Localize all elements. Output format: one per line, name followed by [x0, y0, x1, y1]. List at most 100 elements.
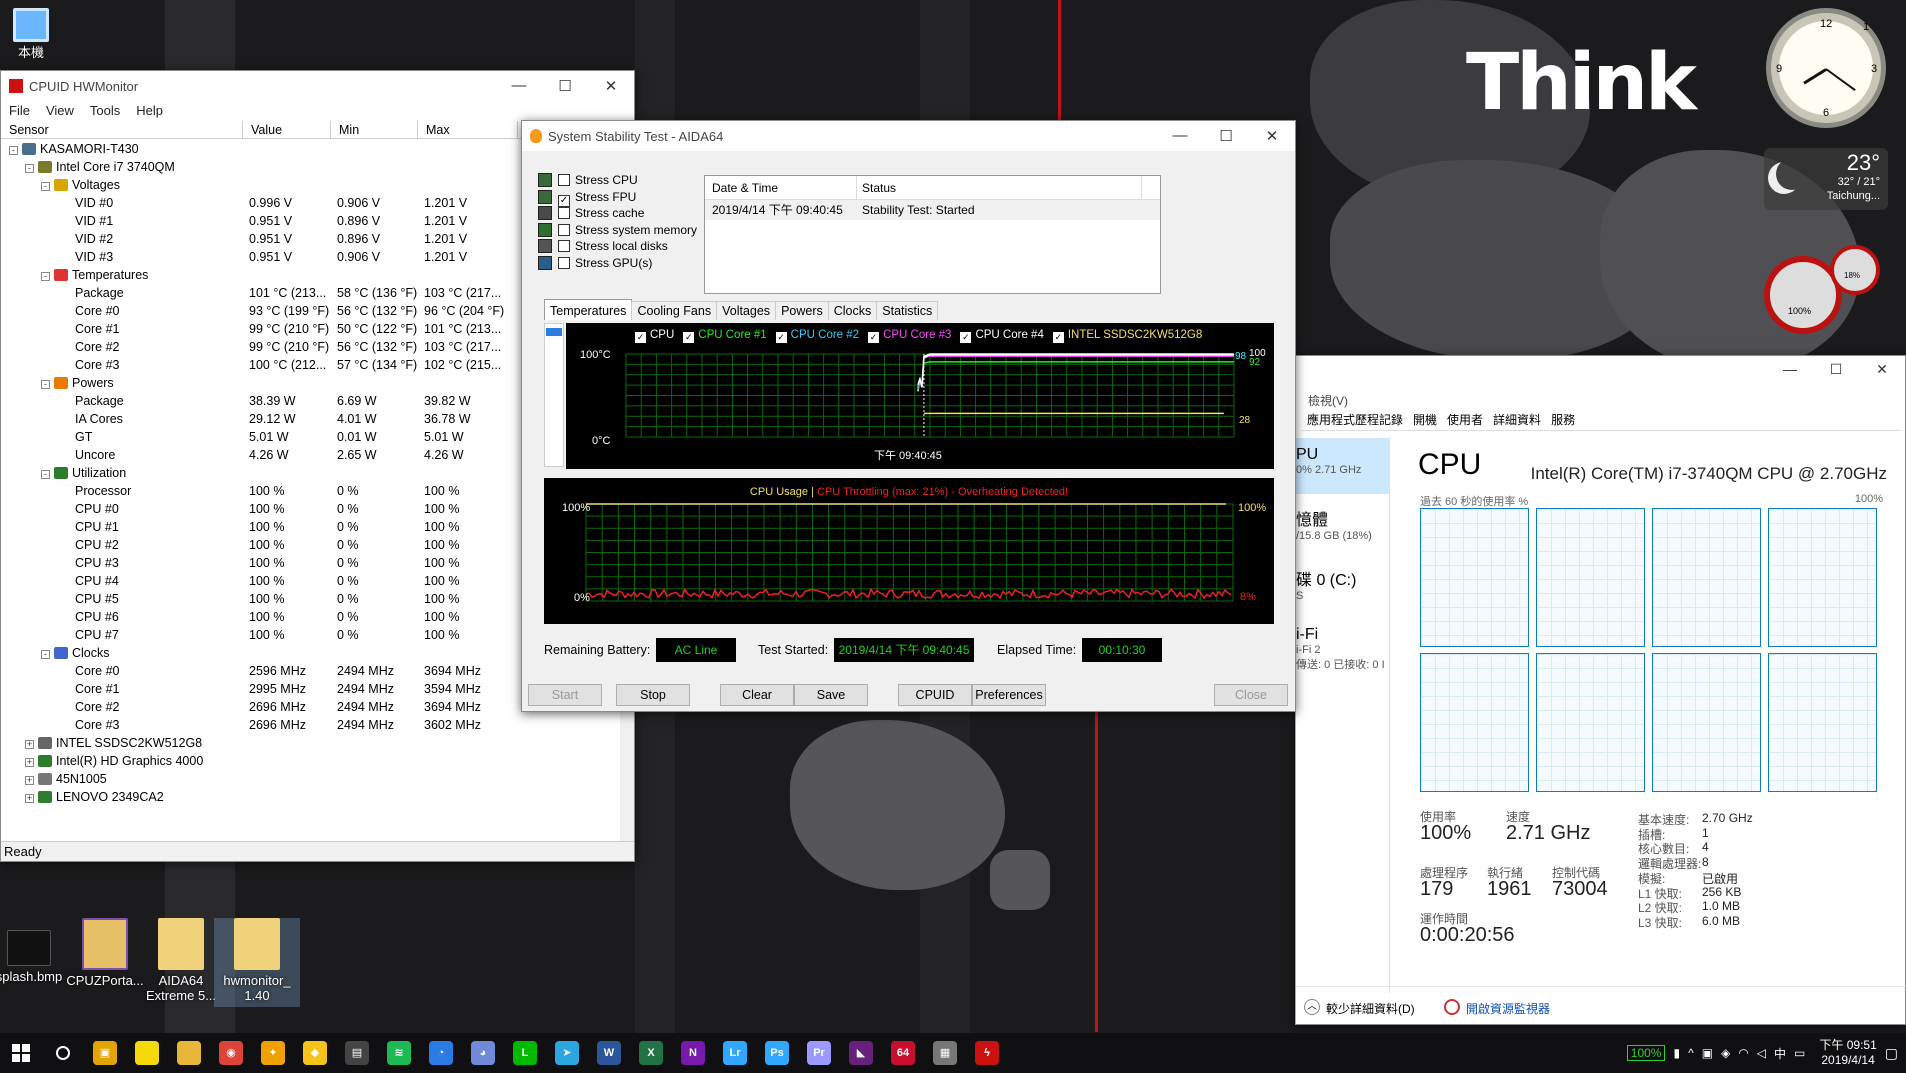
sidebar-item-cpu[interactable]: PU 0% 2.71 GHz	[1296, 438, 1390, 494]
close-dialog-button[interactable]: Close	[1214, 684, 1288, 706]
taskbar-app[interactable]: ◕	[462, 1033, 504, 1073]
aida64-titlebar[interactable]: System Stability Test - AIDA64 — ☐ ✕	[522, 121, 1295, 151]
close-button[interactable]: ✕	[588, 77, 634, 95]
stress-checkbox[interactable]	[558, 207, 570, 219]
log-col-status[interactable]: Status	[857, 176, 1142, 199]
ime-indicator[interactable]: 中	[1774, 1045, 1786, 1062]
collapse-icon[interactable]: -	[41, 470, 50, 479]
stress-option[interactable]: Stress GPU(s)	[538, 255, 652, 270]
expand-icon[interactable]: +	[25, 758, 34, 767]
preferences-button[interactable]: Preferences	[972, 684, 1046, 706]
tray-app-icon[interactable]: ▣	[1702, 1046, 1713, 1060]
notification-icon[interactable]: ▢	[1885, 1045, 1898, 1062]
menu-view[interactable]: View	[38, 101, 82, 121]
taskbar-app[interactable]: N	[672, 1033, 714, 1073]
taskbar-app[interactable]: ◆	[294, 1033, 336, 1073]
desktop-icon-cpuz[interactable]: CPUZPorta...	[62, 918, 148, 988]
start-button[interactable]	[0, 1033, 42, 1073]
tab-details[interactable]: 詳細資料	[1488, 411, 1546, 430]
expand-icon[interactable]: +	[25, 794, 34, 803]
taskbar-app[interactable]: ≋	[378, 1033, 420, 1073]
battery-indicator[interactable]: 100%	[1626, 1045, 1666, 1061]
menu-tools[interactable]: Tools	[82, 101, 128, 121]
close-button[interactable]: ✕	[1859, 356, 1905, 382]
collapse-icon[interactable]: -	[9, 146, 18, 155]
maximize-button[interactable]: ☐	[542, 77, 588, 95]
stress-checkbox[interactable]	[558, 223, 570, 236]
log-col-date[interactable]: Date & Time	[705, 176, 857, 199]
tab-powers[interactable]: Powers	[775, 301, 829, 320]
stop-button[interactable]: Stop	[616, 684, 690, 706]
desktop-icon-this-pc[interactable]: 本機	[0, 8, 74, 60]
tab-users[interactable]: 使用者	[1442, 411, 1488, 430]
stress-checkbox[interactable]: ✓	[558, 194, 570, 207]
start-button[interactable]: Start	[528, 684, 602, 706]
sensor-group-row[interactable]: + LENOVO 2349CA2	[1, 788, 621, 806]
maximize-button[interactable]: ☐	[1813, 356, 1859, 382]
collapse-icon[interactable]: -	[41, 650, 50, 659]
taskbar-app[interactable]	[126, 1033, 168, 1073]
sensor-row[interactable]: Core #3 2696 MHz 2494 MHz 3602 MHz	[1, 716, 621, 734]
taskbar-app[interactable]: ϟ	[966, 1033, 1008, 1073]
taskbar-app[interactable]: X	[630, 1033, 672, 1073]
temp-scrollbar[interactable]	[544, 323, 564, 467]
tab-temperatures[interactable]: Temperatures	[544, 299, 633, 320]
stress-checkbox[interactable]	[558, 174, 570, 186]
taskbar-app[interactable]: ▤	[336, 1033, 378, 1073]
tab-cooling-fans[interactable]: Cooling Fans	[631, 301, 718, 320]
chevron-up-icon[interactable]: ^	[1688, 1046, 1694, 1060]
taskbar-app[interactable]: L	[504, 1033, 546, 1073]
taskbar-app[interactable]: ✦	[252, 1033, 294, 1073]
minimize-button[interactable]: —	[1767, 356, 1813, 382]
taskbar-app[interactable]: ➤	[546, 1033, 588, 1073]
clock[interactable]: 下午 09:51 2019/4/14	[1819, 1038, 1876, 1068]
shield-icon[interactable]: ◈	[1721, 1046, 1730, 1060]
column-min[interactable]: Min	[331, 121, 418, 138]
tab-clocks[interactable]: Clocks	[827, 301, 878, 320]
tab-services[interactable]: 服務	[1546, 411, 1580, 430]
taskbar-app[interactable]: ▣	[84, 1033, 126, 1073]
sensor-group-row[interactable]: + INTEL SSDSC2KW512G8	[1, 734, 621, 752]
minimize-button[interactable]: —	[496, 77, 542, 95]
fewer-details-link[interactable]: 較少詳細資料(D)	[1326, 1000, 1415, 1017]
taskbar-app[interactable]: 64	[882, 1033, 924, 1073]
sidebar-item-wifi[interactable]: i-Fi i-Fi 2 傳送: 0 已接收: 0 I	[1296, 618, 1390, 684]
column-sensor[interactable]: Sensor	[1, 121, 243, 138]
collapse-icon[interactable]: -	[41, 182, 50, 191]
microphone-icon[interactable]: ▮	[1673, 1046, 1680, 1060]
taskbar-app[interactable]: Lr	[714, 1033, 756, 1073]
stress-option[interactable]: ✓ Stress FPU	[538, 189, 636, 207]
expand-icon[interactable]: +	[25, 740, 34, 749]
column-max[interactable]: Max	[418, 121, 518, 138]
aida64-stability-window[interactable]: System Stability Test - AIDA64 — ☐ ✕ Str…	[521, 120, 1296, 712]
column-value[interactable]: Value	[243, 121, 331, 138]
expand-icon[interactable]: +	[25, 776, 34, 785]
minimize-button[interactable]: —	[1157, 127, 1203, 145]
tab-statistics[interactable]: Statistics	[876, 301, 939, 320]
close-button[interactable]: ✕	[1249, 127, 1295, 145]
desktop-icon-hwmonitor[interactable]: hwmonitor_ 1.40	[214, 918, 300, 1007]
sensor-group-row[interactable]: +45N1005	[1, 770, 621, 788]
hwmonitor-titlebar[interactable]: CPUID HWMonitor — ☐ ✕	[1, 71, 634, 101]
taskbar-app[interactable]: Pr	[798, 1033, 840, 1073]
menu-view[interactable]: 檢視(V)	[1308, 392, 1348, 409]
cpuid-button[interactable]: CPUID	[898, 684, 972, 706]
clear-button[interactable]: Clear	[720, 684, 794, 706]
maximize-button[interactable]: ☐	[1203, 127, 1249, 145]
collapse-icon[interactable]: -	[41, 272, 50, 281]
taskbar-app[interactable]	[168, 1033, 210, 1073]
collapse-icon[interactable]: -	[41, 380, 50, 389]
stress-option[interactable]: Stress local disks	[538, 239, 668, 253]
task-manager-window[interactable]: — ☐ ✕ 檢視(V) 應用程式歷程記錄 開機 使用者 詳細資料 服務 PU 0…	[1295, 355, 1906, 1025]
taskbar-app[interactable]: ▦	[924, 1033, 966, 1073]
sidebar-item-disk[interactable]: 碟 0 (C:) S	[1296, 558, 1390, 614]
log-row[interactable]: 2019/4/14 下午 09:40:45 Stability Test: St…	[705, 200, 1160, 220]
menu-file[interactable]: File	[1, 101, 38, 121]
taskbar-app[interactable]: ◣	[840, 1033, 882, 1073]
stress-checkbox[interactable]	[558, 256, 570, 269]
sidebar-item-memory[interactable]: 憶體 /15.8 GB (18%)	[1296, 498, 1390, 554]
stress-option[interactable]: Stress cache	[538, 206, 644, 220]
tab-app-history[interactable]: 應用程式歷程記錄	[1302, 411, 1408, 430]
open-resource-monitor-link[interactable]: 開啟資源監視器	[1466, 1000, 1550, 1017]
stress-checkbox[interactable]	[558, 240, 570, 252]
